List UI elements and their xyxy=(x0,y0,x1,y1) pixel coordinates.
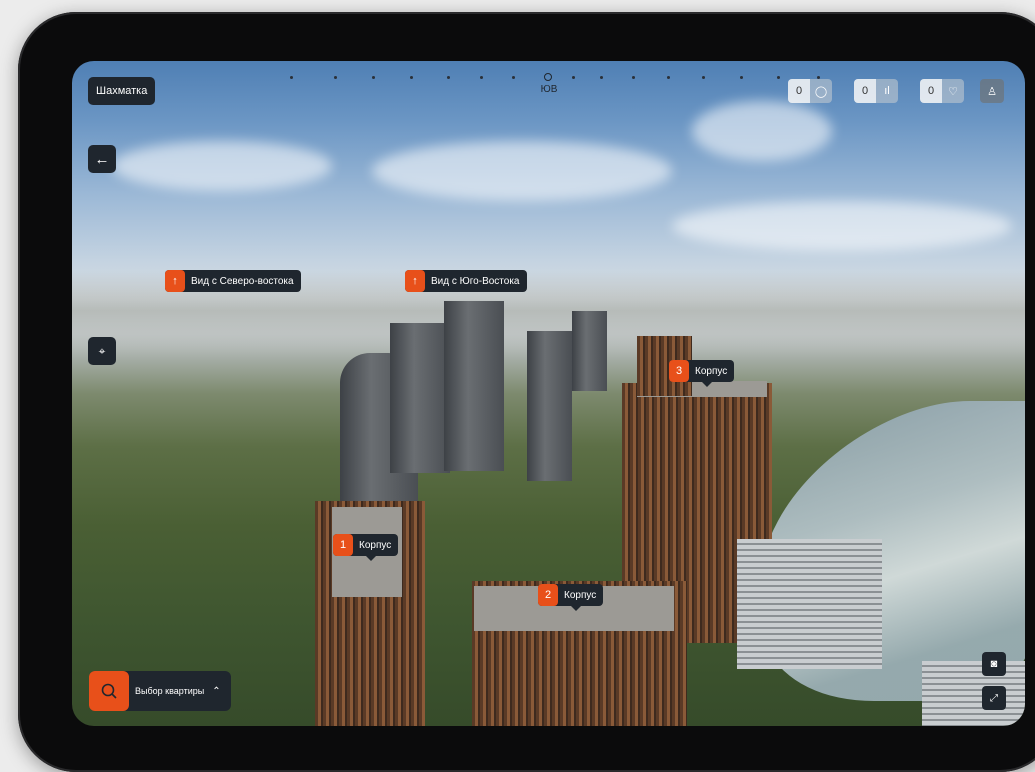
compare-counter[interactable]: 0 ıl xyxy=(854,79,898,103)
building-tag-1[interactable]: 1 Корпус xyxy=(333,534,399,561)
search-icon xyxy=(101,683,117,699)
arrow-up-icon: ↑ xyxy=(405,270,425,292)
compass-tick xyxy=(447,76,450,79)
counter-value: 0 xyxy=(788,79,810,103)
profile-button[interactable]: ♙ xyxy=(980,79,1004,103)
compass-tick xyxy=(632,76,635,79)
compass-tick xyxy=(334,76,337,79)
map-pin-button[interactable]: ⌖ xyxy=(88,337,116,365)
back-button[interactable]: ← xyxy=(88,145,116,173)
compass-tick xyxy=(600,76,603,79)
shakhmatka-button[interactable]: Шахматка xyxy=(88,77,156,105)
compass-direction: ЮВ xyxy=(540,84,558,95)
fullscreen-icon: ⤢ xyxy=(990,692,998,704)
cloud xyxy=(672,201,1012,251)
tower-glass xyxy=(572,311,607,391)
view-tag-northeast[interactable]: ↑ Вид с Северо-востока xyxy=(165,270,301,292)
compass-tick xyxy=(480,76,483,79)
compass-tick xyxy=(410,76,413,79)
cloud xyxy=(692,101,832,161)
chat-counter[interactable]: 0 ◯ xyxy=(788,79,832,103)
tag-pointer xyxy=(701,382,712,387)
compass-tick xyxy=(667,76,670,79)
compass-tick xyxy=(740,76,743,79)
building-tag-label: Корпус xyxy=(359,539,392,551)
view-tag-label: Вид с Юго-Востока xyxy=(431,275,520,287)
camera-icon: ◙ xyxy=(990,658,998,670)
counter-value: 0 xyxy=(920,79,942,103)
panorama-viewport[interactable]: Шахматка ← ⌖ ЮВ 0 ◯ 0 ıl 0 ♡ ♙ ↑ Вид с С… xyxy=(72,61,1025,726)
building-tag-label: Корпус xyxy=(564,589,597,601)
arrow-left-icon: ← xyxy=(94,150,110,168)
compass-indicator xyxy=(544,73,552,81)
compare-icon: ıl xyxy=(884,85,890,97)
user-icon: ♙ xyxy=(987,85,997,98)
compass-tick xyxy=(372,76,375,79)
compass-tick xyxy=(572,76,575,79)
compass-tick xyxy=(512,76,515,79)
apartment-search[interactable]: Выбор квартиры ⌃ xyxy=(89,671,231,711)
tag-pointer xyxy=(365,556,376,561)
favorites-counter[interactable]: 0 ♡ xyxy=(920,79,964,103)
building-tag-3[interactable]: 3 Корпус xyxy=(669,360,735,387)
tower-glass xyxy=(390,323,450,473)
arrow-up-icon: ↑ xyxy=(165,270,185,292)
cloud xyxy=(112,141,332,191)
tablet-frame: Шахматка ← ⌖ ЮВ 0 ◯ 0 ıl 0 ♡ ♙ ↑ Вид с С… xyxy=(18,12,1035,772)
heart-icon: ♡ xyxy=(948,85,958,98)
residential-grey xyxy=(737,539,882,669)
compass-tick xyxy=(702,76,705,79)
compass-tick xyxy=(290,76,293,79)
tower-glass xyxy=(527,331,572,481)
chat-icon: ◯ xyxy=(814,85,828,98)
cloud xyxy=(372,141,672,201)
building-tag-2[interactable]: 2 Корпус xyxy=(538,584,604,611)
chevron-up-icon[interactable]: ⌃ xyxy=(212,686,230,697)
search-button[interactable] xyxy=(89,671,129,711)
view-tag-label: Вид с Северо-востока xyxy=(191,275,294,287)
building-number: 3 xyxy=(669,360,689,382)
map-pin-icon: ⌖ xyxy=(98,343,106,358)
residential-grey xyxy=(922,661,1025,726)
building-tag-label: Корпус xyxy=(695,365,728,377)
compass-bar[interactable]: ЮВ xyxy=(282,73,842,97)
counter-value: 0 xyxy=(854,79,876,103)
building-number: 2 xyxy=(538,584,558,606)
apartment-search-label: Выбор квартиры xyxy=(135,686,205,696)
screenshot-button[interactable]: ◙ xyxy=(982,652,1006,676)
view-tag-southeast[interactable]: ↑ Вид с Юго-Востока xyxy=(405,270,527,292)
compass-tick xyxy=(777,76,780,79)
fullscreen-button[interactable]: ⤢ xyxy=(982,686,1006,710)
tag-pointer xyxy=(570,606,581,611)
tower-glass xyxy=(444,301,504,471)
building-number: 1 xyxy=(333,534,353,556)
